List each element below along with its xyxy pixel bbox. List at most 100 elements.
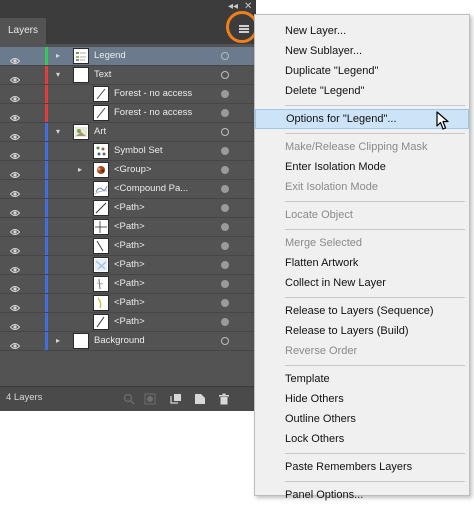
- visibility-eye-icon[interactable]: [9, 242, 21, 254]
- menu-item[interactable]: New Sublayer...: [255, 41, 469, 61]
- collapsed-arrow-icon[interactable]: ▸: [56, 336, 60, 346]
- layer-thumbnail: [73, 67, 89, 83]
- target-circle-icon[interactable]: [221, 280, 229, 288]
- layer-name[interactable]: <Compound Pa...: [114, 180, 188, 198]
- visibility-eye-icon[interactable]: [9, 204, 21, 216]
- menu-item[interactable]: New Layer...: [255, 21, 469, 41]
- target-circle-icon[interactable]: [221, 223, 229, 231]
- layer-count: 4 Layers: [6, 392, 43, 403]
- close-panel-icon[interactable]: ✕: [244, 1, 252, 13]
- layer-name[interactable]: <Path>: [114, 275, 145, 293]
- collapsed-arrow-icon[interactable]: ▸: [78, 165, 82, 175]
- visibility-eye-icon[interactable]: [9, 318, 21, 330]
- layer-name[interactable]: <Path>: [114, 256, 145, 274]
- target-circle-icon[interactable]: [221, 242, 229, 250]
- menu-item[interactable]: Template: [255, 369, 469, 389]
- menu-item[interactable]: Release to Layers (Sequence): [255, 301, 469, 321]
- target-circle-icon[interactable]: [221, 166, 229, 174]
- layer-row[interactable]: Symbol Set: [0, 142, 255, 161]
- target-circle-icon[interactable]: [221, 185, 229, 193]
- menu-item[interactable]: Duplicate "Legend": [255, 61, 469, 81]
- visibility-eye-icon[interactable]: [9, 185, 21, 197]
- target-circle-icon[interactable]: [221, 318, 229, 326]
- layer-row[interactable]: <Path>: [0, 313, 255, 332]
- layer-row[interactable]: <Path>: [0, 294, 255, 313]
- visibility-eye-icon[interactable]: [9, 128, 21, 140]
- delete-icon[interactable]: [218, 392, 230, 405]
- target-circle-icon[interactable]: [221, 147, 229, 155]
- create-sublayer-icon[interactable]: [170, 392, 182, 404]
- layer-name[interactable]: Background: [94, 332, 145, 350]
- target-circle-icon[interactable]: [221, 90, 229, 98]
- layer-row[interactable]: ▸ Legend: [0, 47, 255, 66]
- layer-row[interactable]: <Path>: [0, 199, 255, 218]
- layer-color-bar: [45, 199, 48, 217]
- layer-name[interactable]: <Path>: [114, 313, 145, 331]
- visibility-eye-icon[interactable]: [9, 166, 21, 178]
- layer-row[interactable]: ▾ Art: [0, 123, 255, 142]
- menu-separator: [285, 201, 465, 202]
- target-circle-icon[interactable]: [221, 204, 229, 212]
- visibility-eye-icon[interactable]: [9, 337, 21, 349]
- layer-row[interactable]: <Path>: [0, 237, 255, 256]
- layer-name[interactable]: Legend: [94, 47, 126, 65]
- visibility-eye-icon[interactable]: [9, 223, 21, 235]
- menu-item[interactable]: Collect in New Layer: [255, 273, 469, 293]
- target-circle-icon[interactable]: [221, 261, 229, 269]
- visibility-eye-icon[interactable]: [9, 109, 21, 121]
- menu-item[interactable]: Paste Remembers Layers: [255, 457, 469, 477]
- menu-item: Exit Isolation Mode: [285, 181, 378, 193]
- layer-row[interactable]: <Compound Pa...: [0, 180, 255, 199]
- collapse-panel-icon[interactable]: ◂◂: [228, 1, 238, 13]
- target-circle-icon[interactable]: [221, 337, 229, 345]
- layer-name[interactable]: <Path>: [114, 294, 145, 312]
- layer-row[interactable]: ▾ Text: [0, 66, 255, 85]
- layer-name[interactable]: Forest - no access: [114, 85, 192, 103]
- layer-row[interactable]: ▸ <Group>: [0, 161, 255, 180]
- layer-name[interactable]: Symbol Set: [114, 142, 163, 160]
- layer-row[interactable]: <Path>: [0, 256, 255, 275]
- target-circle-icon[interactable]: [221, 71, 229, 79]
- layer-name[interactable]: <Path>: [114, 199, 145, 217]
- layer-name[interactable]: <Path>: [114, 237, 145, 255]
- collapsed-arrow-icon[interactable]: ▸: [56, 51, 60, 61]
- menu-item[interactable]: Hide Others: [255, 389, 469, 409]
- layer-name[interactable]: <Group>: [114, 161, 152, 179]
- menu-item[interactable]: Flatten Artwork: [255, 253, 469, 273]
- layer-row[interactable]: <Path>: [0, 218, 255, 237]
- menu-item[interactable]: Outline Others: [255, 409, 469, 429]
- visibility-eye-icon[interactable]: [9, 71, 21, 83]
- layer-row[interactable]: Forest - no access: [0, 104, 255, 123]
- layer-name[interactable]: Text: [94, 66, 111, 84]
- target-circle-icon[interactable]: [221, 299, 229, 307]
- layer-row[interactable]: <Path>: [0, 275, 255, 294]
- menu-item[interactable]: Lock Others: [255, 429, 469, 449]
- tab-layers[interactable]: Layers: [0, 18, 46, 44]
- menu-item[interactable]: Options for "Legend"...: [255, 109, 469, 129]
- visibility-eye-icon[interactable]: [9, 299, 21, 311]
- visibility-eye-icon[interactable]: [9, 52, 21, 64]
- visibility-eye-icon[interactable]: [9, 90, 21, 102]
- layer-row[interactable]: ▸ Background: [0, 332, 255, 351]
- expanded-arrow-icon[interactable]: ▾: [56, 127, 60, 137]
- layer-name[interactable]: Forest - no access: [114, 104, 192, 122]
- visibility-eye-icon[interactable]: [9, 261, 21, 273]
- panel-menu-button[interactable]: [233, 18, 255, 40]
- panel-tab-bar: Layers: [0, 14, 255, 44]
- make-clipping-mask-icon[interactable]: [144, 392, 156, 405]
- menu-item[interactable]: Enter Isolation Mode: [255, 157, 469, 177]
- visibility-eye-icon[interactable]: [9, 147, 21, 159]
- target-circle-icon[interactable]: [221, 128, 229, 136]
- layer-name[interactable]: Art: [94, 123, 106, 141]
- target-circle-icon[interactable]: [221, 52, 229, 60]
- expanded-arrow-icon[interactable]: ▾: [56, 70, 60, 80]
- menu-item[interactable]: Release to Layers (Build): [255, 321, 469, 341]
- layer-name[interactable]: <Path>: [114, 218, 145, 236]
- layer-row[interactable]: Forest - no access: [0, 85, 255, 104]
- target-circle-icon[interactable]: [221, 109, 229, 117]
- visibility-eye-icon[interactable]: [9, 280, 21, 292]
- locate-object-icon[interactable]: [123, 392, 135, 405]
- create-new-layer-icon[interactable]: [194, 392, 206, 404]
- menu-item[interactable]: Delete "Legend": [255, 81, 469, 101]
- menu-item[interactable]: Panel Options...: [255, 485, 469, 505]
